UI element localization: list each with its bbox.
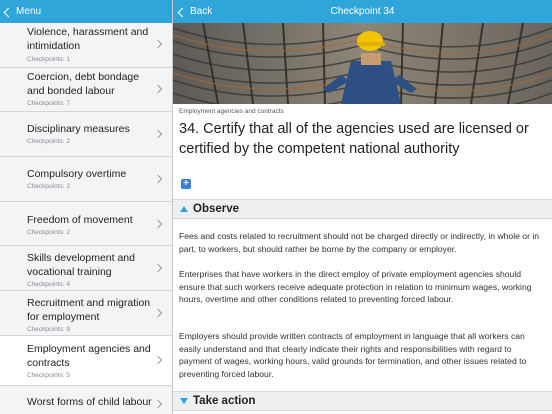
chevron-right-icon bbox=[153, 308, 163, 318]
chevron-right-icon bbox=[153, 174, 163, 184]
topic-item-count: Checkpoints: 7 bbox=[27, 100, 70, 107]
chevron-right-icon bbox=[153, 84, 163, 94]
topic-item-title: Freedom of movement bbox=[27, 214, 133, 226]
collapse-triangle-icon bbox=[180, 206, 188, 212]
topic-item-title: Violence, harassment and intimidation bbox=[27, 26, 149, 52]
topic-item-count: Checkpoints: 9 bbox=[27, 326, 70, 333]
chevron-right-icon bbox=[153, 219, 163, 229]
take-action-section-header[interactable]: Take action bbox=[173, 391, 552, 411]
topic-item-child-labour[interactable]: Worst forms of child labour bbox=[0, 386, 172, 414]
topic-item-count: Checkpoints: 2 bbox=[27, 229, 70, 236]
topic-item-skills[interactable]: Skills development and vocational traini… bbox=[0, 246, 172, 291]
topic-item-overtime[interactable]: Compulsory overtime Checkpoints: 2 bbox=[0, 157, 172, 202]
sidebar-header: Menu bbox=[0, 0, 172, 23]
chevron-right-icon bbox=[153, 129, 163, 139]
worker-photo-image bbox=[173, 23, 552, 104]
chevron-right-icon bbox=[153, 399, 163, 409]
topic-item-count: Checkpoints: 1 bbox=[27, 56, 70, 63]
observe-paragraph: Employers should provide written contrac… bbox=[179, 331, 527, 379]
observe-title: Observe bbox=[193, 203, 240, 215]
observe-section-header[interactable]: Observe bbox=[173, 199, 552, 219]
topic-item-count: Checkpoints: 2 bbox=[27, 183, 70, 190]
detail-header: Back Checkpoint 34 bbox=[173, 0, 552, 23]
topic-item-title: Compulsory overtime bbox=[27, 168, 127, 180]
topic-item-count: Checkpoints: 5 bbox=[27, 372, 70, 379]
app: Menu Violence, harassment and intimidati… bbox=[0, 0, 552, 414]
topic-item-title: Coercion, debt bondage and bonded labour bbox=[27, 71, 140, 97]
page-title: Checkpoint 34 bbox=[330, 6, 395, 17]
observe-paragraph: Fees and costs related to recruitment sh… bbox=[179, 231, 540, 254]
topic-item-title: Employment agencies and contracts bbox=[27, 343, 151, 369]
take-action-title: Take action bbox=[193, 395, 256, 407]
topic-item-coercion[interactable]: Coercion, debt bondage and bonded labour… bbox=[0, 68, 172, 112]
expand-plus-button[interactable]: + bbox=[181, 179, 191, 189]
topic-item-title: Disciplinary measures bbox=[27, 123, 130, 135]
checkpoint-heading: 34. Certify that all of the agencies use… bbox=[179, 121, 529, 157]
topic-item-disciplinary[interactable]: Disciplinary measures Checkpoints: 2 bbox=[0, 112, 172, 157]
chevron-right-icon bbox=[153, 355, 163, 365]
topic-item-title: Recruitment and migration for employment bbox=[27, 297, 151, 323]
topic-item-violence[interactable]: Violence, harassment and intimidation Ch… bbox=[0, 23, 172, 68]
chevron-left-icon bbox=[3, 7, 14, 17]
topic-item-title: Skills development and vocational traini… bbox=[27, 252, 135, 278]
detail-pane: Back Checkpoint 34 Employment agencies a… bbox=[173, 0, 552, 414]
header-photo bbox=[173, 23, 552, 104]
topic-item-employment-agencies[interactable]: Employment agencies and contracts Checkp… bbox=[0, 336, 172, 386]
topic-item-title: Worst forms of child labour bbox=[27, 396, 152, 408]
sidebar: Menu Violence, harassment and intimidati… bbox=[0, 0, 173, 414]
observe-paragraph: Enterprises that have workers in the dir… bbox=[179, 269, 532, 304]
menu-back-label: Menu bbox=[16, 6, 42, 17]
category-label: Employment agencies and contracts bbox=[179, 108, 284, 115]
topic-item-movement[interactable]: Freedom of movement Checkpoints: 2 bbox=[0, 202, 172, 246]
topic-item-recruitment[interactable]: Recruitment and migration for employment… bbox=[0, 291, 172, 336]
topic-item-count: Checkpoints: 4 bbox=[27, 281, 70, 288]
chevron-right-icon bbox=[153, 263, 163, 273]
menu-back-button[interactable]: Menu bbox=[3, 6, 42, 17]
topic-item-count: Checkpoints: 2 bbox=[27, 138, 70, 145]
chevron-right-icon bbox=[153, 39, 163, 49]
expand-triangle-icon bbox=[180, 398, 188, 404]
